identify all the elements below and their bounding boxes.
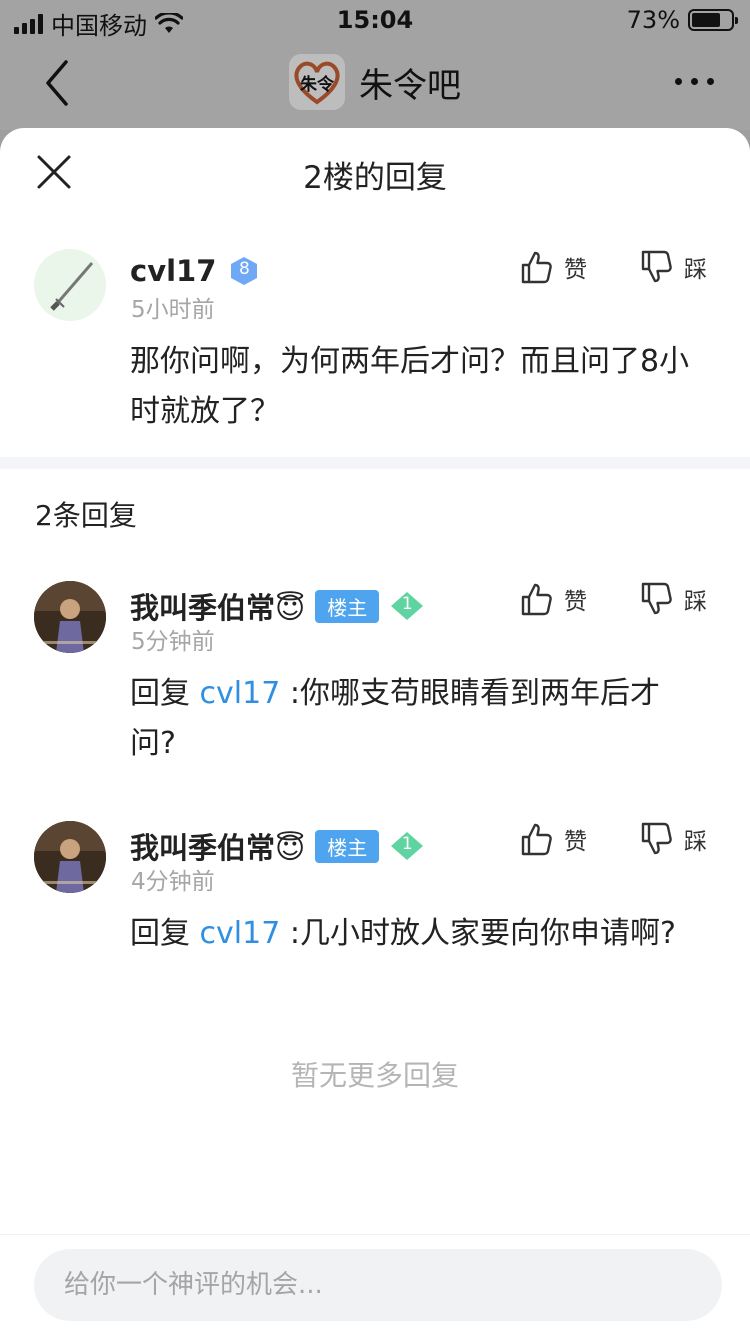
dislike-label: 踩 — [684, 257, 707, 283]
owner-badge: 楼主 — [315, 829, 380, 863]
sheet-header: 2楼的回复 — [0, 128, 750, 218]
reply-count: 2条回复 — [35, 499, 137, 532]
reply-text: :几小时放人家要向你申请啊? — [280, 916, 676, 951]
username-row: cvl17 8 — [130, 254, 262, 288]
like-label: 赞 — [564, 589, 587, 615]
thumbs-down-icon — [641, 250, 672, 283]
level-badge: 1 — [389, 590, 425, 622]
reply-time: 4分钟前 — [131, 869, 215, 895]
no-more-replies: 暂无更多回复 — [290, 1059, 459, 1092]
level-number: 1 — [401, 594, 413, 614]
battery-percent: 73% — [626, 6, 680, 34]
thumbs-up-icon — [521, 583, 552, 616]
mention-link[interactable]: cvl17 — [200, 916, 281, 951]
like-label: 赞 — [564, 257, 587, 283]
forum-logo[interactable]: 朱令 — [289, 54, 345, 110]
comment-composer — [0, 1234, 750, 1334]
username-row: 我叫季伯常😇 楼主 1 — [130, 585, 425, 627]
username[interactable]: 我叫季伯常😇 — [130, 825, 305, 867]
reply-content: 回复 cvl17 :几小时放人家要向你申请啊? — [130, 909, 700, 959]
thumbs-up-icon — [521, 251, 552, 284]
avatar[interactable] — [34, 581, 106, 653]
like-label: 赞 — [564, 829, 587, 855]
dislike-button[interactable]: 踩 — [640, 582, 707, 616]
sword-avatar-image — [34, 249, 106, 321]
comment-input[interactable] — [34, 1249, 722, 1321]
user-avatar-image — [34, 581, 106, 653]
reply-content: 回复 cvl17 :你哪支苟眼睛看到两年后才问? — [130, 669, 700, 769]
username-row: 我叫季伯常😇 楼主 1 — [130, 825, 425, 867]
level-badge: 8 — [226, 255, 262, 287]
like-button[interactable]: 赞 — [520, 582, 587, 616]
thumbs-down-icon — [641, 582, 672, 615]
status-bar: 中国移动 15:04 73% — [0, 0, 750, 40]
mention-link[interactable]: cvl17 — [200, 676, 281, 711]
sheet-title: 2楼的回复 — [303, 160, 447, 196]
dislike-label: 踩 — [684, 829, 707, 855]
dislike-button[interactable]: 踩 — [640, 250, 707, 284]
reply-time: 5分钟前 — [131, 629, 215, 655]
forum-nav-bar: 朱令 朱令吧 — [0, 40, 750, 130]
username[interactable]: cvl17 — [130, 254, 216, 288]
user-avatar-image — [34, 821, 106, 893]
level-number: 8 — [238, 259, 250, 279]
reply-prefix: 回复 — [130, 916, 200, 951]
level-number: 1 — [401, 834, 413, 854]
post-content: 那你问啊，为何两年后才问？而且问了8小时就放了？ — [130, 344, 690, 429]
avatar[interactable] — [34, 249, 106, 321]
section-divider — [0, 457, 750, 469]
owner-badge: 楼主 — [315, 589, 380, 623]
level-badge: 1 — [389, 830, 425, 862]
post-time: 5小时前 — [131, 297, 215, 323]
thumbs-up-icon — [521, 823, 552, 856]
forum-logo-text: 朱令 — [300, 74, 334, 95]
dislike-label: 踩 — [684, 589, 707, 615]
like-button[interactable]: 赞 — [520, 822, 587, 856]
like-button[interactable]: 赞 — [520, 250, 587, 284]
username[interactable]: 我叫季伯常😇 — [130, 585, 305, 627]
reply-sheet: 2楼的回复 cvl17 8 5小时前 赞 踩 那你问啊，为何两年后才问？而且问了… — [0, 128, 750, 1334]
battery-icon — [688, 9, 738, 31]
thumbs-down-icon — [641, 822, 672, 855]
dislike-button[interactable]: 踩 — [640, 822, 707, 856]
forum-title[interactable]: 朱令吧 — [359, 58, 461, 107]
reply-prefix: 回复 — [130, 676, 200, 711]
avatar[interactable] — [34, 821, 106, 893]
more-icon[interactable] — [675, 78, 714, 85]
